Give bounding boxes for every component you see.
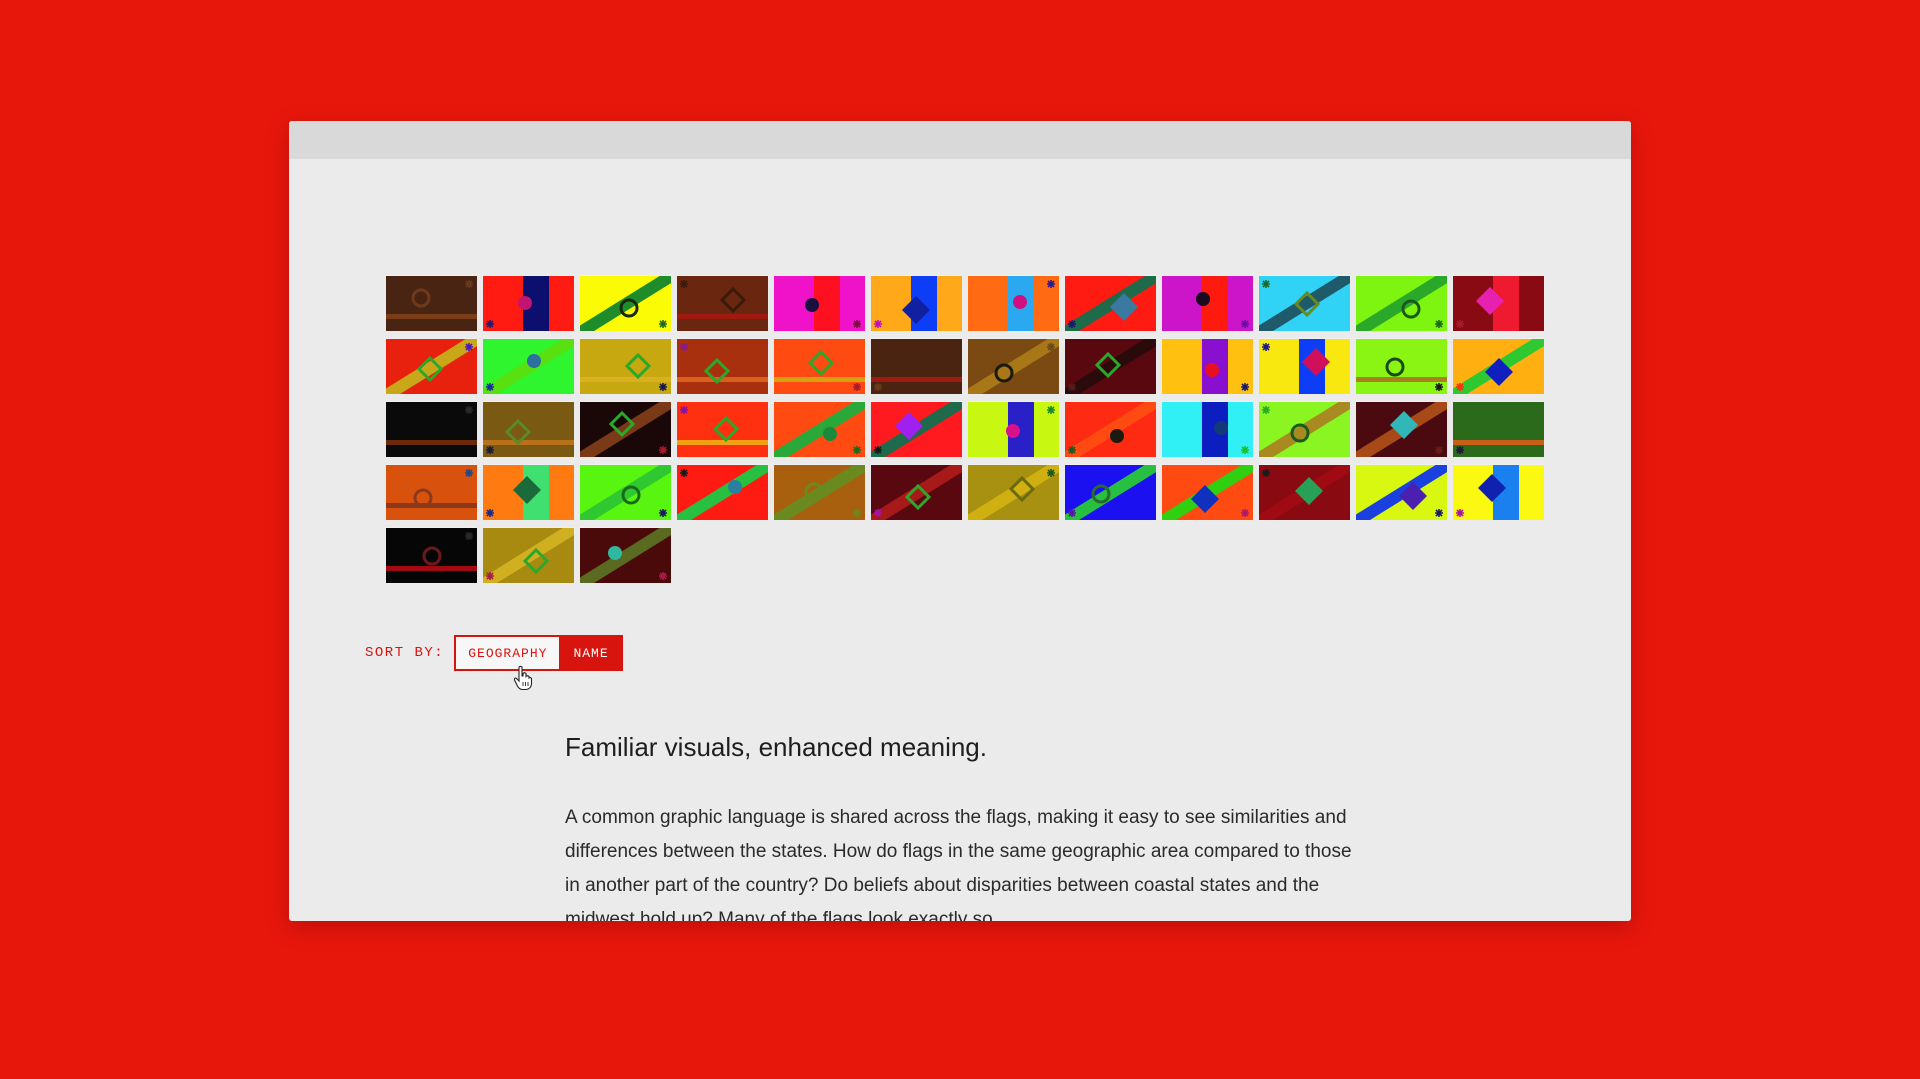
- state-flag-thumbnail[interactable]: [774, 275, 865, 331]
- state-flag-thumbnail[interactable]: [968, 275, 1059, 331]
- state-flag-thumbnail[interactable]: [774, 401, 865, 457]
- state-flag-thumbnail[interactable]: [968, 338, 1059, 394]
- sort-geography-button[interactable]: GEOGRAPHY: [454, 635, 560, 671]
- state-flag-thumbnail[interactable]: [386, 401, 477, 457]
- sort-name-button[interactable]: NAME: [559, 635, 623, 671]
- section-heading: Familiar visuals, enhanced meaning.: [565, 732, 987, 762]
- state-flag-thumbnail[interactable]: [1259, 275, 1350, 331]
- state-flag-thumbnail[interactable]: [1453, 275, 1544, 331]
- state-flag-thumbnail[interactable]: [580, 275, 671, 331]
- state-flag-thumbnail[interactable]: [774, 338, 865, 394]
- state-flag-thumbnail[interactable]: [580, 464, 671, 520]
- state-flag-thumbnail[interactable]: [1162, 401, 1253, 457]
- state-flag-thumbnail[interactable]: [1065, 464, 1156, 520]
- state-flag-thumbnail[interactable]: [386, 464, 477, 520]
- sort-control: SORT BY: GEOGRAPHY NAME: [365, 635, 623, 671]
- state-flag-thumbnail[interactable]: [386, 338, 477, 394]
- state-flag-thumbnail[interactable]: [871, 464, 962, 520]
- state-flag-thumbnail[interactable]: [968, 401, 1059, 457]
- state-flag-thumbnail[interactable]: [580, 527, 671, 583]
- state-flag-thumbnail[interactable]: [483, 464, 574, 520]
- state-flag-thumbnail[interactable]: [677, 338, 768, 394]
- state-flag-thumbnail[interactable]: [1259, 464, 1350, 520]
- state-flag-thumbnail[interactable]: [871, 275, 962, 331]
- section-paragraph: A common graphic language is shared acro…: [565, 807, 1352, 921]
- state-flag-thumbnail[interactable]: [483, 527, 574, 583]
- state-flag-thumbnail[interactable]: [968, 464, 1059, 520]
- state-flag-thumbnail[interactable]: [1356, 275, 1447, 331]
- state-flag-thumbnail[interactable]: [1356, 464, 1447, 520]
- hand-cursor-icon: [513, 665, 533, 691]
- state-flag-thumbnail[interactable]: [1065, 275, 1156, 331]
- state-flag-thumbnail[interactable]: [1356, 401, 1447, 457]
- state-flag-thumbnail[interactable]: [483, 338, 574, 394]
- state-flag-thumbnail[interactable]: [871, 338, 962, 394]
- state-flag-thumbnail[interactable]: [386, 275, 477, 331]
- state-flag-thumbnail[interactable]: [1453, 338, 1544, 394]
- state-flag-thumbnail[interactable]: [1065, 338, 1156, 394]
- browser-window: SORT BY: GEOGRAPHY NAME Familiar visuals…: [289, 121, 1631, 921]
- state-flag-thumbnail[interactable]: [1065, 401, 1156, 457]
- state-flag-thumbnail[interactable]: [1162, 338, 1253, 394]
- state-flag-thumbnail[interactable]: [386, 527, 477, 583]
- state-flag-thumbnail[interactable]: [1453, 464, 1544, 520]
- state-flag-thumbnail[interactable]: [580, 401, 671, 457]
- state-flag-thumbnail[interactable]: [580, 338, 671, 394]
- state-flag-thumbnail[interactable]: [1162, 464, 1253, 520]
- state-flag-thumbnail[interactable]: [1162, 275, 1253, 331]
- state-flag-thumbnail[interactable]: [1259, 338, 1350, 394]
- state-flag-thumbnail[interactable]: [1259, 401, 1350, 457]
- state-flag-thumbnail[interactable]: [677, 464, 768, 520]
- state-flag-thumbnail[interactable]: [483, 401, 574, 457]
- state-flag-thumbnail[interactable]: [483, 275, 574, 331]
- state-flag-thumbnail[interactable]: [677, 401, 768, 457]
- state-flag-thumbnail[interactable]: [774, 464, 865, 520]
- state-flag-thumbnail[interactable]: [1453, 401, 1544, 457]
- state-flag-thumbnail[interactable]: [871, 401, 962, 457]
- state-flag-thumbnail[interactable]: [677, 275, 768, 331]
- state-flag-thumbnail[interactable]: [1356, 338, 1447, 394]
- sort-label: SORT BY:: [365, 645, 445, 661]
- window-titlebar: [289, 121, 1631, 159]
